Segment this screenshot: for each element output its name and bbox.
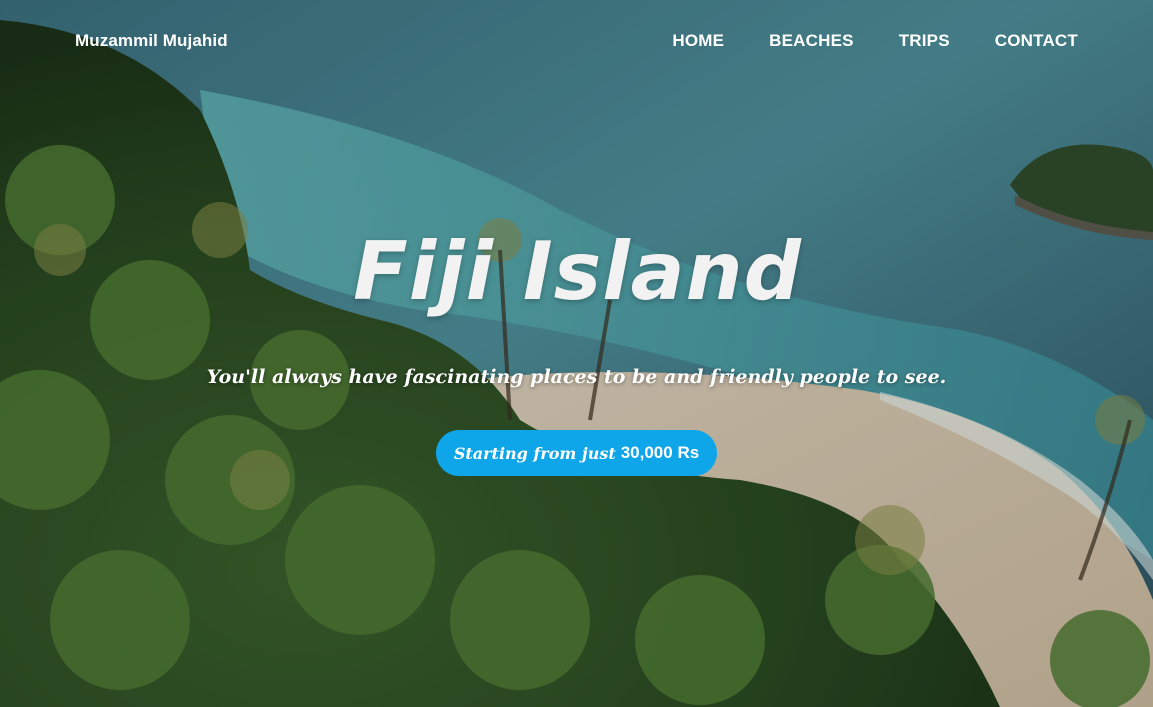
pricing-cta-button[interactable]: Starting from just 30,000 Rs (436, 430, 717, 476)
hero-section: Muzammil Mujahid HOME BEACHES TRIPS CONT… (0, 0, 1153, 707)
cta-prefix-text: Starting from just (453, 443, 616, 463)
nav-link-beaches[interactable]: BEACHES (769, 31, 854, 51)
nav-links: HOME BEACHES TRIPS CONTACT (672, 31, 1078, 51)
background-overlay (0, 0, 1153, 707)
nav-link-trips[interactable]: TRIPS (899, 31, 950, 51)
brand-link[interactable]: Muzammil Mujahid (75, 31, 228, 51)
cta-price-text: 30,000 Rs (620, 443, 700, 462)
navbar: Muzammil Mujahid HOME BEACHES TRIPS CONT… (0, 0, 1153, 82)
nav-link-home[interactable]: HOME (672, 31, 724, 51)
hero-tagline: You'll always have fascinating places to… (206, 366, 947, 388)
nav-link-contact[interactable]: CONTACT (995, 31, 1078, 51)
hero-title: Fiji Island (353, 225, 802, 318)
